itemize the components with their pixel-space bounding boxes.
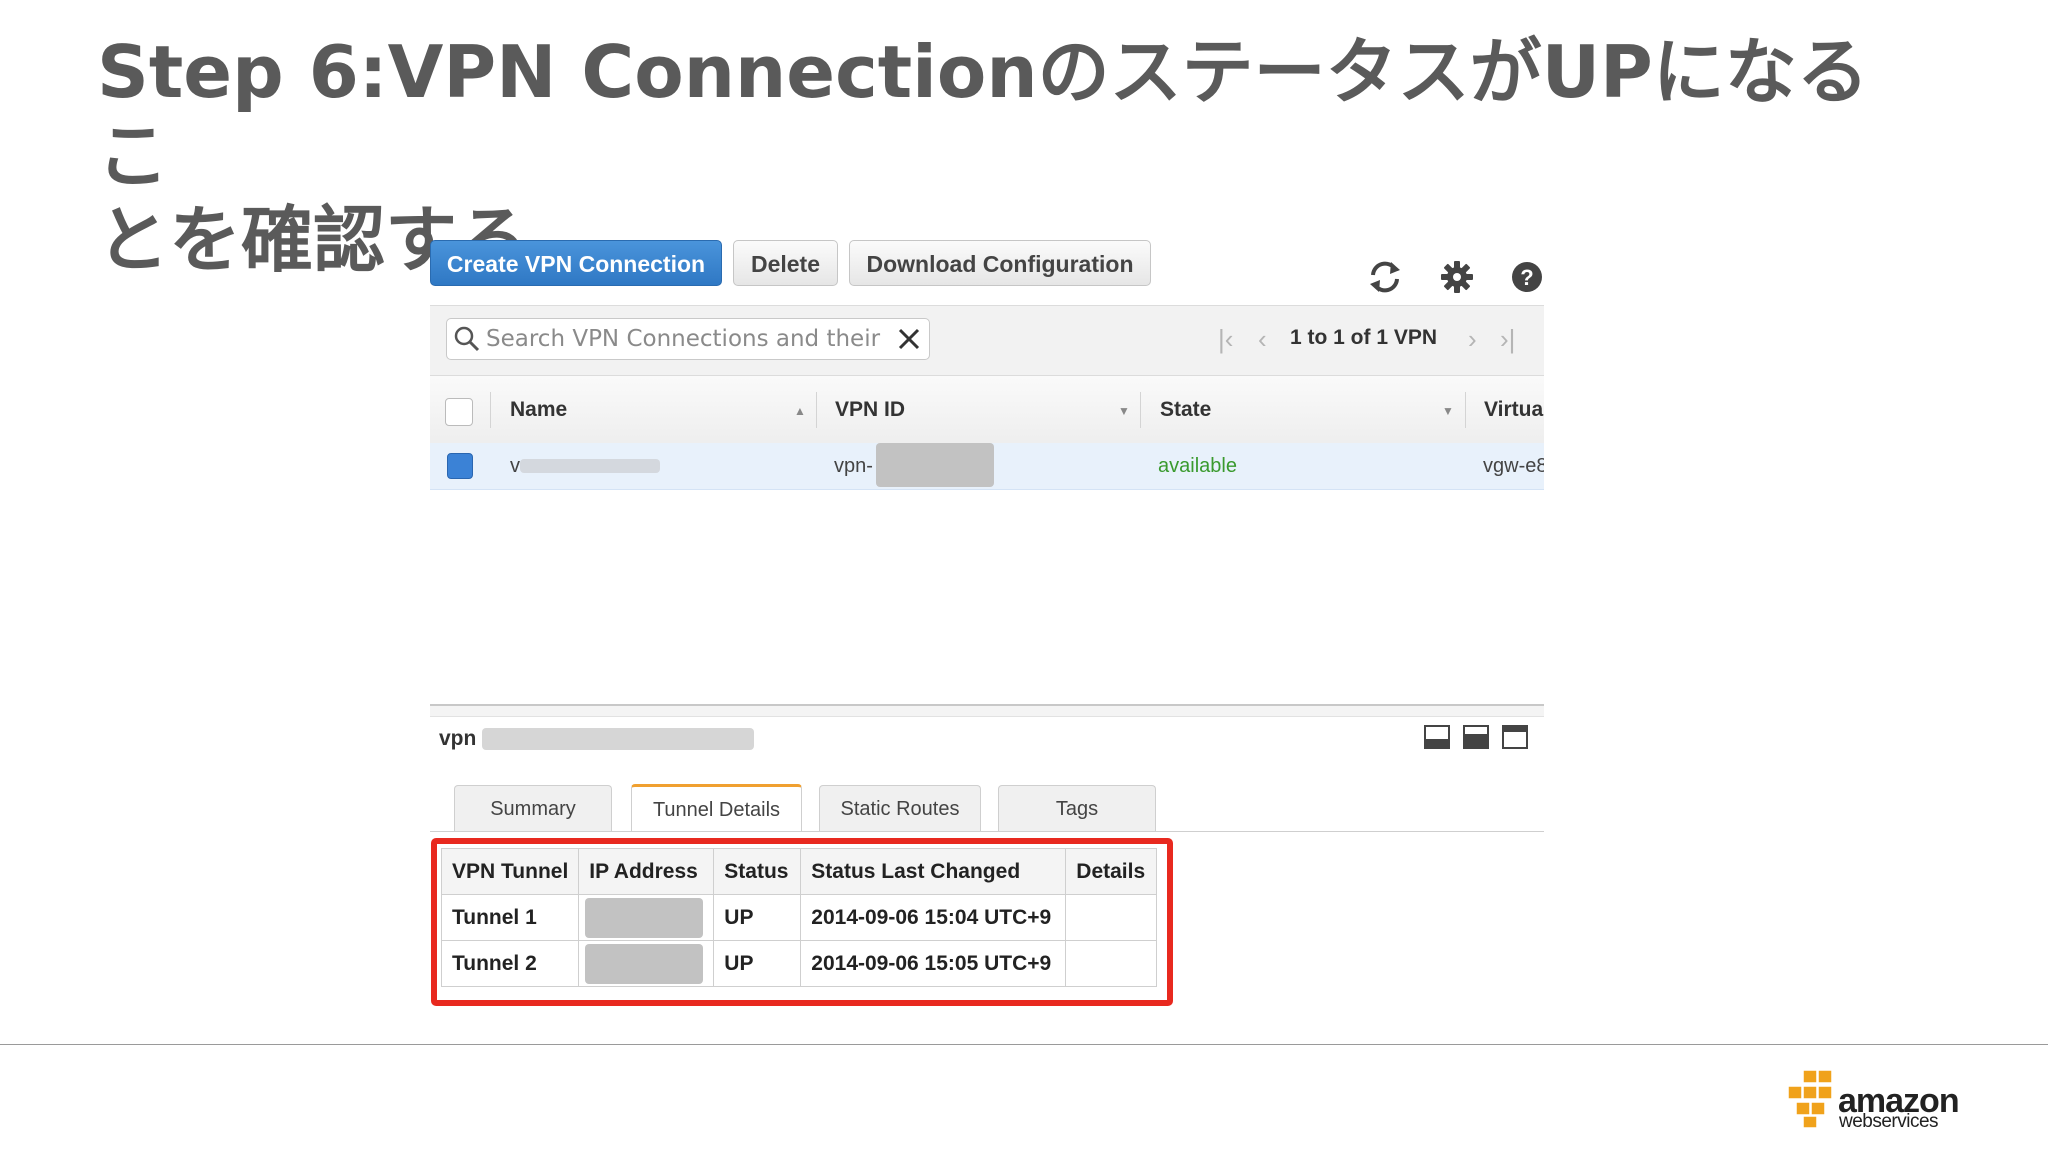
table-row[interactable]: v vpn- available vgw-e8 bbox=[430, 443, 1544, 490]
column-header-vpn-id[interactable]: VPN ID bbox=[835, 398, 905, 422]
tunnel-details bbox=[1065, 894, 1158, 941]
vpn-id: vpn- bbox=[834, 455, 873, 477]
refresh-icon[interactable] bbox=[1365, 257, 1405, 297]
search-icon bbox=[454, 326, 480, 352]
sort-dropdown-icon[interactable]: ▼ bbox=[1118, 404, 1130, 418]
maximize-pane-icon[interactable] bbox=[1424, 725, 1450, 749]
table-header-row: VPN Tunnel IP Address Status Status Last… bbox=[440, 848, 1158, 895]
tab-static-routes[interactable]: Static Routes bbox=[819, 785, 981, 831]
tab-tags[interactable]: Tags bbox=[998, 785, 1156, 831]
column-header-name[interactable]: Name bbox=[510, 398, 567, 422]
redacted-name bbox=[520, 459, 660, 473]
header-details: Details bbox=[1065, 848, 1158, 895]
row-checkbox[interactable] bbox=[447, 453, 473, 479]
footer-divider bbox=[0, 1044, 2048, 1045]
redacted-vpn-id bbox=[876, 443, 994, 487]
column-header-virtual[interactable]: Virtua bbox=[1484, 398, 1543, 422]
sort-dropdown-icon[interactable]: ▼ bbox=[1442, 404, 1454, 418]
aws-logo-word-webservices: webservices bbox=[1839, 1111, 1939, 1132]
tunnel-details bbox=[1065, 940, 1158, 987]
header-vpn-tunnel: VPN Tunnel bbox=[440, 848, 580, 895]
pagination-text: 1 to 1 of 1 VPN bbox=[1290, 326, 1438, 349]
vpn-state: available bbox=[1158, 455, 1237, 477]
redacted-ip bbox=[585, 897, 704, 938]
tunnel-status-changed: 2014-09-06 15:04 UTC+9 bbox=[800, 894, 1067, 941]
pane-divider[interactable] bbox=[430, 704, 1544, 717]
next-page-icon[interactable]: › bbox=[1468, 324, 1477, 355]
detail-vpn-label: vpn bbox=[439, 727, 477, 750]
download-configuration-button[interactable]: Download Configuration bbox=[849, 240, 1151, 286]
virtual-gateway: vgw-e8 bbox=[1483, 455, 1544, 477]
table-row: Tunnel 1 UP 2014-09-06 15:04 UTC+9 bbox=[440, 894, 1158, 941]
delete-button[interactable]: Delete bbox=[733, 240, 838, 286]
tunnel-ip bbox=[578, 940, 715, 987]
tab-summary[interactable]: Summary bbox=[454, 785, 612, 831]
redacted-vpn-details bbox=[482, 728, 754, 750]
header-status: Status bbox=[713, 848, 802, 895]
gear-icon[interactable] bbox=[1437, 257, 1477, 297]
tunnel-status: UP bbox=[713, 894, 802, 941]
last-page-icon[interactable]: ›| bbox=[1500, 324, 1515, 355]
first-page-icon[interactable]: |‹ bbox=[1218, 324, 1233, 355]
tunnel-status-changed: 2014-09-06 15:05 UTC+9 bbox=[800, 940, 1067, 987]
header-status-last-changed: Status Last Changed bbox=[800, 848, 1067, 895]
help-icon[interactable]: ? bbox=[1507, 257, 1547, 297]
redacted-ip bbox=[585, 943, 704, 984]
slide-title-line-1: Step 6:VPN ConnectionのステータスがUPになるこ bbox=[97, 30, 1869, 198]
tunnel-name: Tunnel 2 bbox=[440, 940, 580, 987]
tunnel-name: Tunnel 1 bbox=[440, 894, 580, 941]
tunnel-ip bbox=[578, 894, 715, 941]
clear-search-icon[interactable] bbox=[897, 327, 921, 351]
split-pane-icon[interactable] bbox=[1463, 725, 1489, 749]
column-header-state[interactable]: State bbox=[1160, 398, 1211, 422]
search-placeholder: Search VPN Connections and their bbox=[486, 326, 881, 352]
sort-ascending-icon[interactable]: ▲ bbox=[794, 404, 806, 418]
tunnel-status: UP bbox=[713, 940, 802, 987]
table-header: Name ▲ VPN ID ▼ State ▼ Virtua bbox=[430, 375, 1544, 445]
tab-tunnel-details[interactable]: Tunnel Details bbox=[631, 784, 802, 832]
svg-text:?: ? bbox=[1520, 265, 1533, 290]
prev-page-icon[interactable]: ‹ bbox=[1258, 324, 1267, 355]
tunnel-details-table: VPN Tunnel IP Address Status Status Last… bbox=[440, 848, 1158, 987]
vpn-name: v bbox=[510, 455, 520, 477]
aws-cubes-icon bbox=[1787, 1069, 1833, 1129]
minimize-pane-icon[interactable] bbox=[1502, 725, 1528, 749]
header-ip-address: IP Address bbox=[578, 848, 715, 895]
create-vpn-connection-button[interactable]: Create VPN Connection bbox=[430, 240, 722, 286]
table-row: Tunnel 2 UP 2014-09-06 15:05 UTC+9 bbox=[440, 940, 1158, 987]
select-all-checkbox[interactable] bbox=[445, 398, 473, 426]
